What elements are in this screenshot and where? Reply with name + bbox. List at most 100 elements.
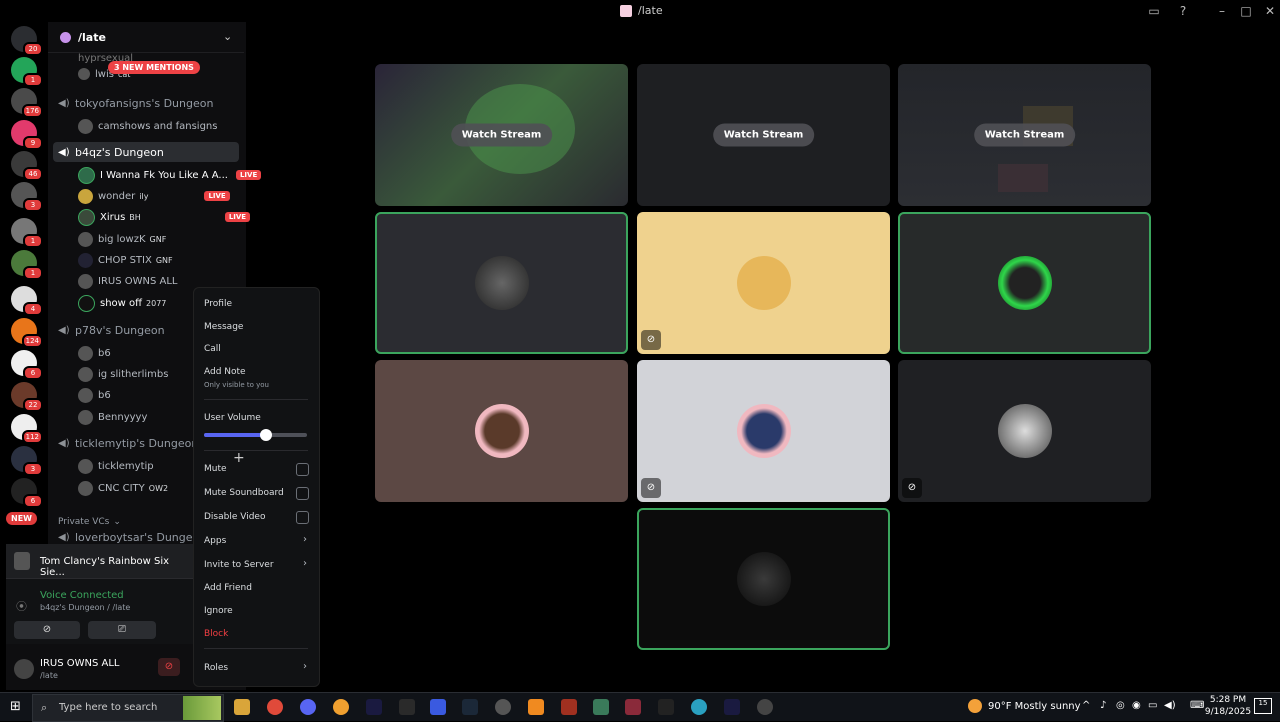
server-icon[interactable]: 4 <box>11 286 43 316</box>
menu-item-ignore[interactable]: Ignore <box>204 606 233 616</box>
server-icon[interactable]: 3 <box>11 182 43 212</box>
add-server-icon[interactable]: 1 <box>11 57 43 87</box>
maximize-button[interactable]: □ <box>1236 2 1256 20</box>
help-icon[interactable]: ? <box>1173 2 1193 20</box>
server-icon[interactable]: 6 <box>11 478 43 508</box>
network-icon[interactable]: ▭ <box>1148 700 1157 711</box>
menu-item-mute-soundboard[interactable]: Mute Soundboard <box>204 488 284 498</box>
keyboard-icon[interactable]: ⌨ <box>1190 700 1204 711</box>
list-item[interactable]: camshows and fansigns <box>48 116 268 136</box>
volume-slider[interactable] <box>204 429 307 441</box>
inbox-icon[interactable]: ▭ <box>1144 2 1164 20</box>
server-icon[interactable]: 22 <box>11 382 43 412</box>
server-icon[interactable]: 6 <box>11 350 43 380</box>
new-unread-pill[interactable]: NEW <box>6 512 37 525</box>
screen-share-button[interactable]: ⎚ <box>88 621 156 639</box>
disable-video-checkbox[interactable] <box>296 511 309 524</box>
voice-location[interactable]: b4qz's Dungeon / /late <box>40 603 130 612</box>
mute-checkbox[interactable] <box>296 463 309 476</box>
participant-tile[interactable]: ⊘ <box>898 360 1151 502</box>
watch-stream-button[interactable]: Watch Stream <box>973 123 1076 147</box>
server-icon[interactable]: 9 <box>11 120 43 150</box>
discord-icon[interactable] <box>300 699 316 715</box>
participant-tile[interactable] <box>375 212 628 354</box>
menu-item-message[interactable]: Message <box>204 322 243 332</box>
file-explorer-icon[interactable] <box>234 699 250 715</box>
watch-stream-button[interactable]: Watch Stream <box>712 123 815 147</box>
search-box[interactable]: ⌕ Type here to search <box>32 694 224 722</box>
clock-date[interactable]: 9/18/2025 <box>1204 707 1252 717</box>
menu-item-invite-to-server[interactable]: Invite to Server <box>204 560 274 570</box>
home-button[interactable]: 20 <box>11 26 43 56</box>
menu-item-block[interactable]: Block <box>204 629 228 639</box>
chevron-down-icon[interactable]: ⌄ <box>223 30 232 43</box>
voice-channel-active[interactable]: ◀) b4qz's Dungeon <box>53 142 239 162</box>
clock-time[interactable]: 5:28 PM <box>1208 695 1248 705</box>
server-icon[interactable]: 1 <box>11 218 43 248</box>
microphone-icon[interactable]: ♪ <box>1100 700 1106 711</box>
app-icon[interactable] <box>593 699 609 715</box>
menu-item-call[interactable]: Call <box>204 344 221 354</box>
list-item[interactable]: wonder ily LIVE <box>48 186 268 206</box>
tray-icon[interactable]: ◎ <box>1116 700 1125 711</box>
edge-icon[interactable] <box>691 699 707 715</box>
minimize-button[interactable]: – <box>1212 2 1232 20</box>
windows-start-icon[interactable]: ⊞ <box>10 699 21 714</box>
chevron-up-icon[interactable]: ^ <box>1082 700 1090 711</box>
menu-item-disable-video[interactable]: Disable Video <box>204 512 265 522</box>
watch-stream-button[interactable]: Watch Stream <box>450 123 553 147</box>
volume-handle[interactable] <box>259 429 272 441</box>
participant-tile[interactable]: ⊘ <box>637 360 890 502</box>
avatar[interactable] <box>14 659 34 679</box>
participant-tile[interactable] <box>637 508 890 650</box>
badge: 46 <box>23 167 43 181</box>
participant-tile[interactable] <box>898 212 1151 354</box>
server-icon[interactable]: 176 <box>11 88 43 118</box>
mic-muted-icon[interactable]: ⊘ <box>158 658 180 676</box>
new-mentions-pill[interactable]: 3 NEW MENTIONS <box>108 61 200 74</box>
tray-icon[interactable]: ◉ <box>1132 700 1141 711</box>
stream-tile[interactable]: Watch Stream <box>375 64 628 206</box>
list-item[interactable]: I Wanna Fk You Like A A... LIVE <box>48 165 268 185</box>
volume-icon[interactable]: ◀) <box>1164 700 1176 711</box>
stream-tile[interactable]: Watch Stream <box>637 64 890 206</box>
app-icon[interactable] <box>625 699 641 715</box>
app-icon[interactable] <box>430 699 446 715</box>
settings-icon[interactable] <box>495 699 511 715</box>
voice-channel[interactable]: ◀) tokyofansigns's Dungeon <box>48 93 238 113</box>
camera-off-button[interactable]: ⊘ <box>14 621 80 639</box>
app-icon[interactable] <box>528 699 544 715</box>
menu-item-mute[interactable]: Mute <box>204 464 227 474</box>
menu-item-add-note[interactable]: Add Note <box>204 367 246 377</box>
app-icon[interactable] <box>366 699 382 715</box>
list-item[interactable]: Xirus BH LIVE <box>48 207 268 227</box>
app-icon[interactable] <box>658 699 674 715</box>
steam-icon[interactable] <box>462 699 478 715</box>
mute-soundboard-checkbox[interactable] <box>296 487 309 500</box>
list-item[interactable]: CHOP STIX GNF <box>48 250 268 270</box>
app-icon[interactable] <box>399 699 415 715</box>
app-icon[interactable] <box>757 699 773 715</box>
app-icon[interactable] <box>333 699 349 715</box>
app-icon[interactable] <box>724 699 740 715</box>
menu-item-profile[interactable]: Profile <box>204 299 232 309</box>
participant-tile[interactable] <box>375 360 628 502</box>
chrome-icon[interactable] <box>267 699 283 715</box>
server-icon[interactable]: 112 <box>11 414 43 444</box>
menu-item-roles[interactable]: Roles <box>204 663 228 673</box>
stream-tile[interactable]: Watch Stream <box>898 64 1151 206</box>
menu-item-apps[interactable]: Apps <box>204 536 226 546</box>
app-icon[interactable] <box>561 699 577 715</box>
participant-tile[interactable]: ⊘ <box>637 212 890 354</box>
server-icon[interactable]: 1 <box>11 250 43 280</box>
server-icon[interactable]: 124 <box>11 318 43 348</box>
notification-center-icon[interactable]: 15 <box>1254 698 1272 714</box>
list-item[interactable]: big lowzK GNF <box>48 229 268 249</box>
server-header[interactable]: /late ⌄ <box>48 24 244 53</box>
activity-card[interactable]: Tom Clancy's Rainbow Six Sie... <box>6 544 196 579</box>
server-icon[interactable]: 46 <box>11 151 43 181</box>
weather-text[interactable]: 90°F Mostly sunny <box>988 701 1081 712</box>
server-icon[interactable]: 3 <box>11 446 43 476</box>
menu-item-add-friend[interactable]: Add Friend <box>204 583 252 593</box>
close-button[interactable]: ✕ <box>1260 2 1280 20</box>
